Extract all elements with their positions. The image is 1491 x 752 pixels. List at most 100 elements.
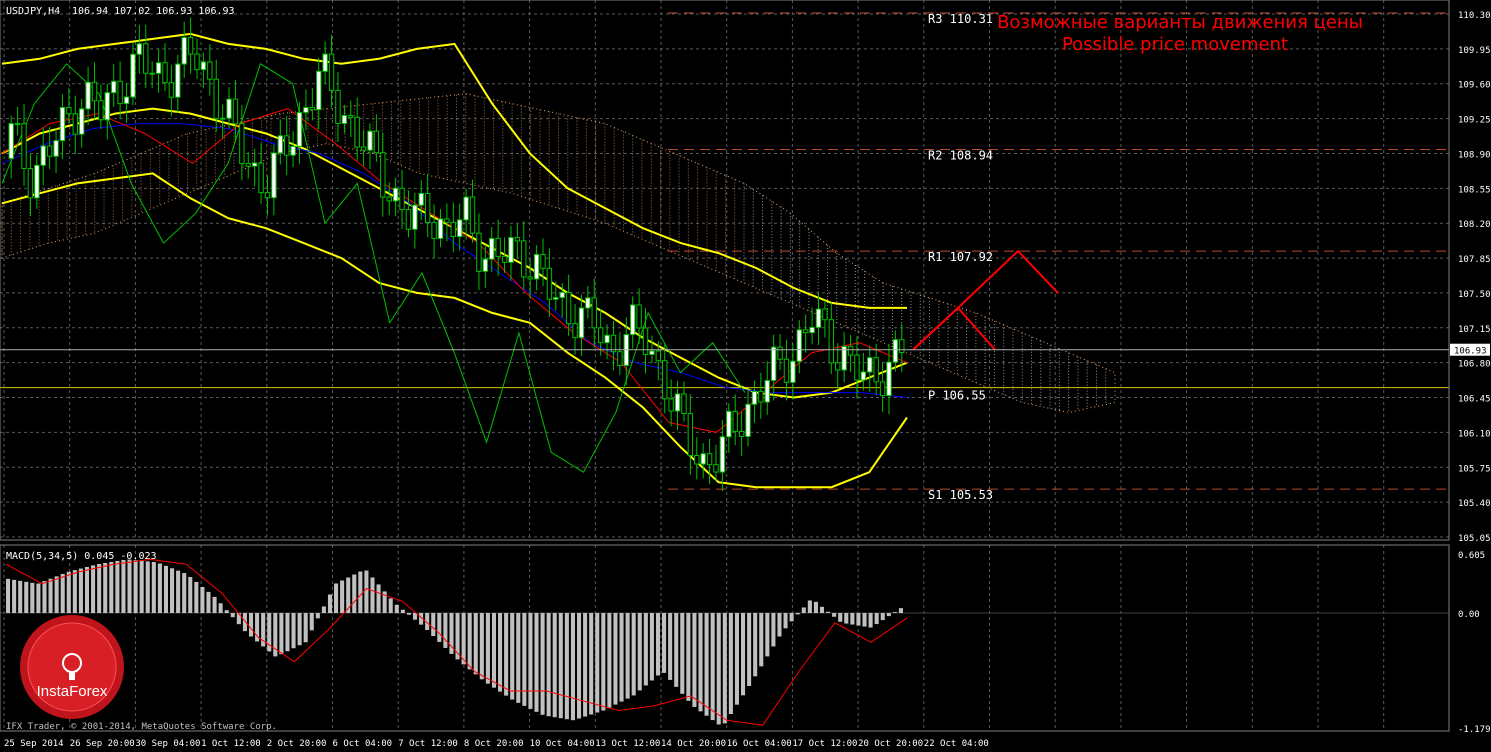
macd-bar — [728, 613, 733, 715]
level-label-p: P 106.55 — [928, 389, 986, 403]
macd-bar — [479, 613, 484, 680]
candle-body — [168, 82, 175, 98]
macd-bar — [698, 613, 703, 712]
candle-body — [629, 304, 636, 336]
macd-bar — [862, 613, 867, 627]
macd-bar — [880, 613, 885, 621]
candle-body — [578, 307, 585, 339]
macd-bar — [710, 613, 715, 721]
macd-bar — [674, 613, 679, 687]
macd-bar — [303, 613, 308, 643]
instaforex-logo — [20, 615, 124, 719]
macd-bar — [248, 613, 254, 637]
macd-bar — [668, 613, 673, 680]
macd-bar — [157, 563, 162, 614]
macd-bar — [127, 559, 132, 614]
overlay-title-ru: Возможные варианты движения цены — [997, 12, 1363, 33]
candle-body — [508, 237, 514, 263]
macd-bar — [42, 581, 47, 614]
time-tick-label: 6 Oct 04:00 — [333, 739, 393, 749]
level-label-s1: S1 105.53 — [928, 488, 993, 502]
macd-bar — [60, 573, 65, 614]
level-label-r2: R2 108.94 — [928, 148, 993, 162]
candle-body — [271, 152, 277, 199]
candle-body — [392, 187, 399, 202]
candle-body — [649, 350, 655, 356]
macd-bar — [740, 613, 746, 696]
candle-body — [53, 140, 59, 157]
candle-body — [822, 308, 828, 321]
candle-body — [104, 92, 111, 121]
macd-bar — [643, 613, 648, 686]
candle-body — [501, 255, 508, 263]
macd-bar — [352, 574, 357, 614]
macd-bar — [30, 582, 35, 614]
candle-body — [662, 360, 668, 400]
candle-body — [553, 297, 559, 300]
macd-bar — [206, 591, 211, 614]
price-tick-label: 105.40 — [1458, 499, 1491, 509]
macd-bar — [850, 613, 855, 625]
macd-bar — [212, 596, 217, 614]
candle-body — [399, 187, 405, 211]
candle-body — [495, 237, 501, 257]
macd-bar — [443, 613, 448, 648]
macd-bar — [613, 613, 618, 705]
candle-body — [476, 232, 482, 272]
macd-bar — [151, 561, 156, 614]
candle-body — [40, 145, 46, 166]
macd-bar — [36, 583, 41, 614]
macd-bar — [279, 613, 284, 655]
macd-bar — [504, 613, 509, 696]
macd-bar — [655, 613, 661, 676]
candle-body — [463, 196, 469, 221]
candle-body — [867, 357, 873, 373]
macd-bar — [297, 613, 302, 646]
candle-body — [802, 329, 809, 334]
overlay-title-en: Possible price movement — [1062, 34, 1288, 55]
candle-body — [681, 393, 687, 414]
candle-body — [98, 100, 104, 121]
candle-body — [758, 390, 764, 403]
macd-bar — [595, 613, 600, 713]
time-tick-label: 22 Oct 04:00 — [924, 739, 989, 749]
macd-bar — [218, 603, 223, 614]
candle-body — [738, 430, 745, 437]
time-tick-label: 26 Sep 20:00 — [70, 739, 135, 749]
macd-bar — [78, 568, 83, 614]
candle-body — [226, 98, 232, 119]
price-tick-label: 109.25 — [1458, 116, 1491, 126]
price-tick-label: 110.30 — [1458, 11, 1491, 21]
candle-body — [303, 106, 309, 113]
candle-body — [585, 297, 591, 309]
price-tick-label: 107.85 — [1458, 255, 1491, 265]
candle-body — [873, 357, 879, 383]
candle-body — [360, 146, 367, 151]
candle-body — [899, 339, 905, 354]
candle-body — [886, 361, 892, 397]
macd-bar — [601, 613, 606, 711]
macd-bar — [692, 613, 697, 707]
candle-body — [187, 36, 194, 55]
candle-body — [854, 354, 860, 381]
macd-bar — [510, 613, 515, 700]
macd-bar — [236, 613, 241, 625]
macd-bar — [886, 613, 891, 617]
macd-bar — [163, 565, 169, 614]
macd-label: MACD(5,34,5) 0.045 -0.023 — [6, 551, 157, 562]
candle-body — [367, 130, 373, 151]
candle-body — [418, 192, 424, 206]
level-label-r3: R3 110.31 — [928, 12, 993, 26]
macd-bar — [394, 604, 399, 614]
candle-body — [155, 62, 162, 74]
macd-bar — [589, 613, 594, 715]
candle-body — [835, 362, 841, 371]
macd-bar — [777, 613, 782, 637]
candle-body — [533, 253, 540, 280]
macd-bar — [522, 613, 527, 706]
candle-body — [175, 63, 181, 98]
candle-body — [444, 218, 450, 223]
macd-bar — [662, 613, 667, 673]
macd-bar — [97, 563, 102, 614]
macd-bar — [552, 613, 557, 718]
